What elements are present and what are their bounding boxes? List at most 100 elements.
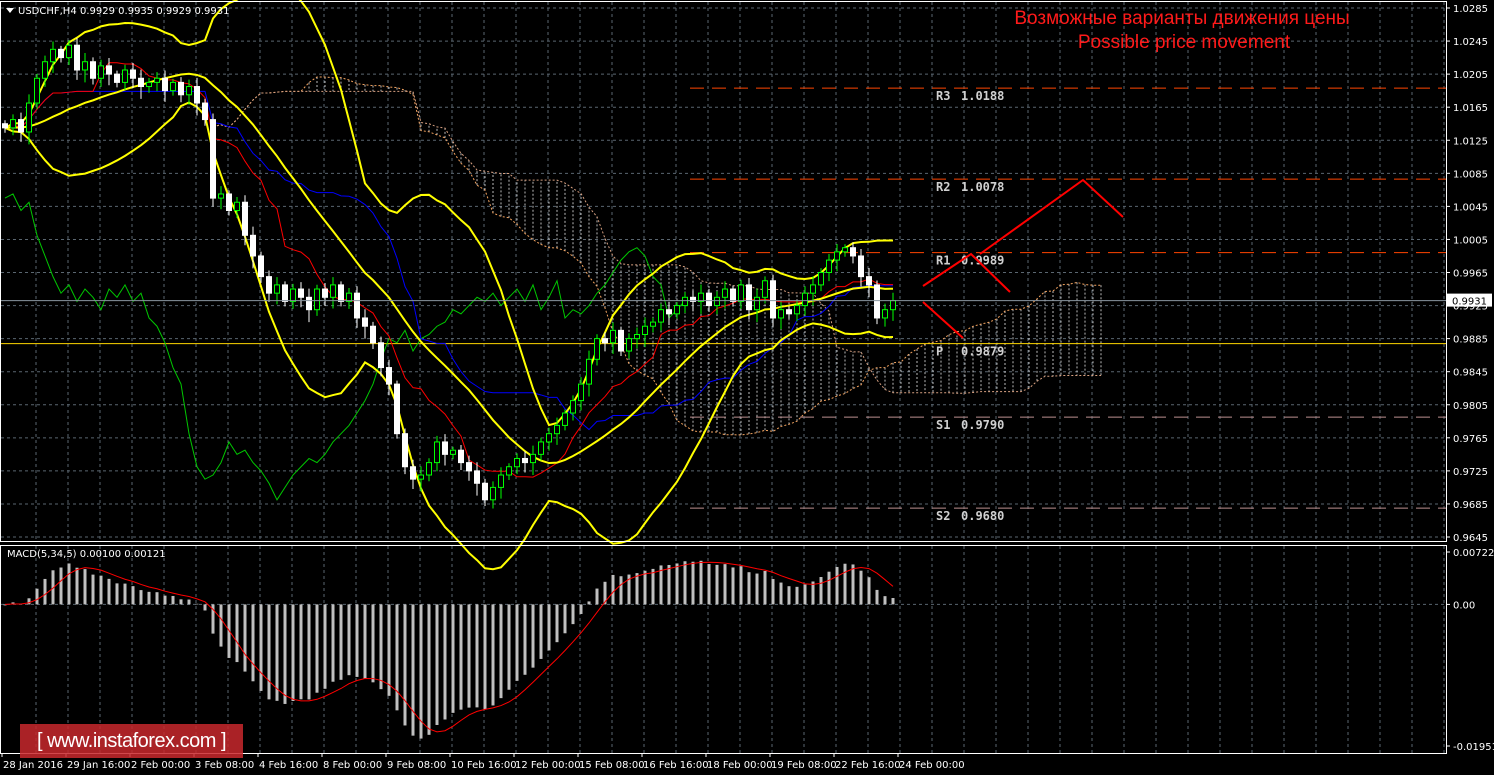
macd-bar (419, 604, 423, 739)
candle-body (874, 284, 880, 319)
candle-body (274, 284, 280, 294)
symbol-label: USDCHF,H4 (18, 6, 77, 17)
macd-bar (355, 604, 359, 677)
candle-body (50, 48, 56, 63)
instaforex-watermark: [ www.instaforex.com ] (20, 724, 243, 758)
y-tick-label: 1.0285 (1453, 4, 1488, 15)
candle-body (282, 284, 288, 302)
macd-bar (811, 581, 815, 605)
macd-bar (179, 599, 183, 605)
macd-bar (59, 567, 63, 605)
macd-bar (563, 604, 567, 634)
candle-body (850, 247, 856, 257)
candle-body (330, 284, 336, 298)
candle-body (642, 325, 648, 335)
y-tick-label: 0.9765 (1453, 434, 1488, 445)
macd-bar (35, 588, 39, 605)
macd-bar (875, 589, 879, 605)
macd-bar (43, 578, 47, 605)
x-tick-label: 19 Feb 08:00 (771, 760, 837, 771)
collapse-triangle-icon[interactable] (6, 8, 14, 13)
candle-body (474, 470, 480, 484)
candle-body (666, 309, 672, 315)
macd-bar (91, 574, 95, 605)
candle-body (10, 119, 16, 129)
macd-bar (683, 561, 687, 605)
macd-bar (667, 564, 671, 605)
pivot-value: 0.9879 (961, 345, 1004, 359)
candle-body (266, 276, 272, 294)
candle-body (202, 102, 208, 121)
macd-bar (779, 582, 783, 605)
x-tick-label: 12 Feb 00:00 (515, 760, 581, 771)
macd-bar (107, 578, 111, 605)
x-tick-label: 28 Jan 2016 (3, 760, 63, 771)
macd-bar (203, 604, 207, 611)
candle-body (762, 280, 768, 298)
candle-body (122, 69, 128, 83)
candle-body (290, 288, 296, 302)
pivot-name: P (936, 345, 943, 359)
macd-label: MACD(5,34,5) 0.00100 0.00121 (7, 549, 166, 560)
candle-body (394, 383, 400, 435)
macd-bar (299, 604, 303, 700)
candle-body (354, 292, 360, 319)
candle-body (562, 412, 568, 426)
macd-bar (83, 569, 87, 605)
candle-body (594, 338, 600, 360)
candle-body (618, 329, 624, 352)
macd-bar (531, 604, 535, 668)
macd-bar (755, 573, 759, 605)
x-tick-label: 16 Feb 16:00 (643, 760, 709, 771)
macd-bar (771, 579, 775, 605)
macd-bar (507, 604, 511, 690)
price-chart[interactable]: R3 1.0188R2 1.0078R1 0.9989P 0.9879S1 0.9790S… (0, 0, 1494, 775)
pivot-value: 1.0078 (961, 180, 1004, 194)
candle-body (106, 65, 112, 75)
macd-bar (243, 604, 247, 672)
bollinger-lower (4, 101, 894, 571)
kijun-sen (4, 90, 893, 431)
candle-body (338, 284, 344, 302)
macd-bar (99, 575, 103, 605)
candle-body (234, 201, 240, 212)
y-tick-label: 0.9685 (1453, 500, 1488, 511)
candle-body (418, 474, 424, 480)
candle-body (194, 86, 200, 104)
candle-body (714, 296, 720, 307)
axes: 1.0285 1.0245 1.0205 1.0165 1.0125 1.0085 1.00… (1, 4, 1494, 771)
macd-bar (171, 595, 175, 605)
candle-body (570, 400, 576, 414)
pivot-name: R2 (936, 180, 950, 194)
pivot-name: S2 (936, 509, 950, 523)
candle-body (858, 255, 864, 278)
x-tick-label: 8 Feb 00:00 (323, 760, 382, 771)
macd-bar (187, 599, 191, 605)
macd-bar (747, 572, 751, 605)
candle-body (458, 449, 464, 464)
candle-body (834, 251, 840, 261)
candle-body (754, 296, 760, 311)
candle-body (74, 44, 80, 71)
macd-bar (443, 604, 447, 720)
candle-body (778, 309, 784, 319)
x-tick-label: 15 Feb 08:00 (579, 760, 645, 771)
candle-body (786, 309, 792, 315)
y-tick-label: 1.0245 (1453, 37, 1488, 48)
macd-bar (699, 560, 703, 605)
candle-body (306, 296, 312, 311)
macd-bar (251, 604, 255, 682)
macd-bar (843, 563, 847, 605)
macd-bar (483, 604, 487, 710)
ohlc-label: 0.9929 0.9935 0.9929 0.9931 (80, 6, 230, 17)
candle-body (82, 61, 88, 71)
candle-body (34, 77, 40, 104)
candle-body (538, 441, 544, 455)
candle-body (114, 73, 120, 83)
candle-body (722, 288, 728, 298)
macd-bar (731, 567, 735, 605)
macd-bar (371, 604, 375, 683)
macd-bar (763, 570, 767, 605)
macd-bar (675, 563, 679, 605)
x-tick-label: 4 Feb 16:00 (259, 760, 318, 771)
